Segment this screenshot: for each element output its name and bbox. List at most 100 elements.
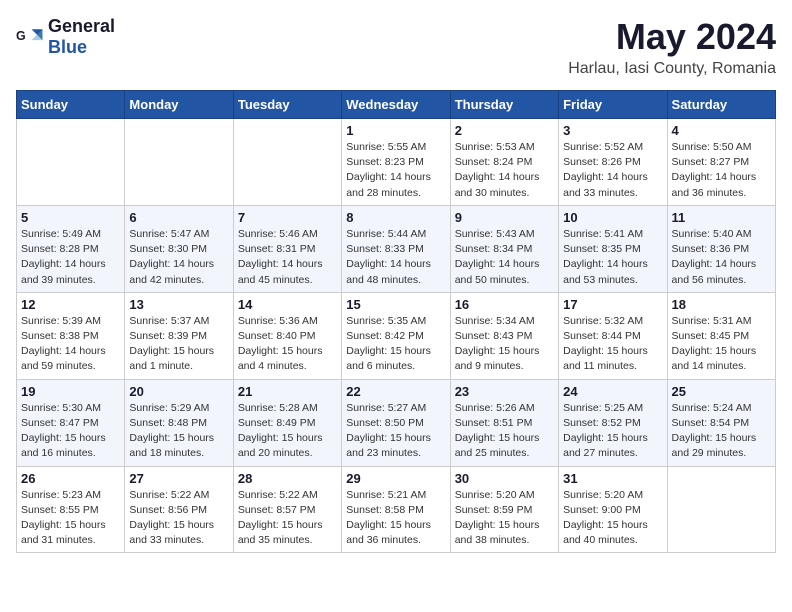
- calendar-table: SundayMondayTuesdayWednesdayThursdayFrid…: [16, 90, 776, 553]
- day-number: 5: [21, 210, 120, 225]
- day-number: 19: [21, 384, 120, 399]
- calendar-cell: 2 Sunrise: 5:53 AM Sunset: 8:24 PM Daylig…: [450, 119, 558, 206]
- column-headers-row: SundayMondayTuesdayWednesdayThursdayFrid…: [17, 91, 776, 119]
- day-number: 8: [346, 210, 445, 225]
- calendar-cell: 4 Sunrise: 5:50 AM Sunset: 8:27 PM Daylig…: [667, 119, 775, 206]
- day-detail: Sunrise: 5:47 AM Sunset: 8:30 PM Dayligh…: [129, 227, 228, 288]
- calendar-cell: 26 Sunrise: 5:23 AM Sunset: 8:55 PM Dayli…: [17, 466, 125, 553]
- day-number: 28: [238, 471, 337, 486]
- logo: G General Blue: [16, 16, 115, 58]
- day-detail: Sunrise: 5:40 AM Sunset: 8:36 PM Dayligh…: [672, 227, 771, 288]
- calendar-cell: 9 Sunrise: 5:43 AM Sunset: 8:34 PM Daylig…: [450, 205, 558, 292]
- calendar-cell: 14 Sunrise: 5:36 AM Sunset: 8:40 PM Dayli…: [233, 292, 341, 379]
- calendar-cell: 23Sunrise: 5:26 AM Sunset: 8:51 PM Dayli…: [450, 379, 558, 466]
- day-detail: Sunrise: 5:30 AM Sunset: 8:47 PM Dayligh…: [21, 401, 120, 462]
- day-detail: Sunrise: 5:22 AM Sunset: 8:56 PM Dayligh…: [129, 488, 228, 549]
- calendar-cell: 11 Sunrise: 5:40 AM Sunset: 8:36 PM Dayli…: [667, 205, 775, 292]
- logo-general-text: General: [48, 16, 115, 36]
- day-detail: Sunrise: 5:53 AM Sunset: 8:24 PM Dayligh…: [455, 140, 554, 201]
- day-detail: Sunrise: 5:50 AM Sunset: 8:27 PM Dayligh…: [672, 140, 771, 201]
- logo-icon: G: [16, 23, 44, 51]
- day-detail: Sunrise: 5:32 AM Sunset: 8:44 PM Dayligh…: [563, 314, 662, 375]
- page-header: G General Blue May 2024 Harlau, Iasi Cou…: [16, 16, 776, 78]
- title-block: May 2024 Harlau, Iasi County, Romania: [568, 16, 776, 78]
- day-number: 27: [129, 471, 228, 486]
- day-number: 9: [455, 210, 554, 225]
- calendar-cell: 1 Sunrise: 5:55 AM Sunset: 8:23 PM Daylig…: [342, 119, 450, 206]
- day-number: 6: [129, 210, 228, 225]
- calendar-cell: 3 Sunrise: 5:52 AM Sunset: 8:26 PM Daylig…: [559, 119, 667, 206]
- day-number: 11: [672, 210, 771, 225]
- calendar-cell: [125, 119, 233, 206]
- calendar-cell: 6 Sunrise: 5:47 AM Sunset: 8:30 PM Daylig…: [125, 205, 233, 292]
- calendar-cell: 21 Sunrise: 5:28 AM Sunset: 8:49 PM Dayli…: [233, 379, 341, 466]
- calendar-cell: [233, 119, 341, 206]
- calendar-cell: 27 Sunrise: 5:22 AM Sunset: 8:56 PM Dayli…: [125, 466, 233, 553]
- week-row-4: 19 Sunrise: 5:30 AM Sunset: 8:47 PM Dayli…: [17, 379, 776, 466]
- calendar-cell: 12 Sunrise: 5:39 AM Sunset: 8:38 PM Dayli…: [17, 292, 125, 379]
- calendar-cell: 28 Sunrise: 5:22 AM Sunset: 8:57 PM Dayli…: [233, 466, 341, 553]
- calendar-cell: 16Sunrise: 5:34 AM Sunset: 8:43 PM Dayli…: [450, 292, 558, 379]
- day-detail: Sunrise: 5:21 AM Sunset: 8:58 PM Dayligh…: [346, 488, 445, 549]
- day-detail: Sunrise: 5:29 AM Sunset: 8:48 PM Dayligh…: [129, 401, 228, 462]
- day-detail: Sunrise: 5:31 AM Sunset: 8:45 PM Dayligh…: [672, 314, 771, 375]
- day-number: 13: [129, 297, 228, 312]
- day-number: 7: [238, 210, 337, 225]
- day-number: 26: [21, 471, 120, 486]
- day-detail: Sunrise: 5:39 AM Sunset: 8:38 PM Dayligh…: [21, 314, 120, 375]
- day-detail: Sunrise: 5:44 AM Sunset: 8:33 PM Dayligh…: [346, 227, 445, 288]
- calendar-cell: 24 Sunrise: 5:25 AM Sunset: 8:52 PM Dayli…: [559, 379, 667, 466]
- calendar-cell: 29Sunrise: 5:21 AM Sunset: 8:58 PM Dayli…: [342, 466, 450, 553]
- calendar-location: Harlau, Iasi County, Romania: [568, 60, 776, 78]
- day-number: 20: [129, 384, 228, 399]
- column-header-saturday: Saturday: [667, 91, 775, 119]
- day-number: 2: [455, 123, 554, 138]
- day-detail: Sunrise: 5:22 AM Sunset: 8:57 PM Dayligh…: [238, 488, 337, 549]
- week-row-3: 12 Sunrise: 5:39 AM Sunset: 8:38 PM Dayli…: [17, 292, 776, 379]
- calendar-cell: [17, 119, 125, 206]
- day-detail: Sunrise: 5:34 AM Sunset: 8:43 PM Dayligh…: [455, 314, 554, 375]
- calendar-cell: 25 Sunrise: 5:24 AM Sunset: 8:54 PM Dayli…: [667, 379, 775, 466]
- svg-text:G: G: [16, 29, 26, 43]
- day-detail: Sunrise: 5:23 AM Sunset: 8:55 PM Dayligh…: [21, 488, 120, 549]
- column-header-thursday: Thursday: [450, 91, 558, 119]
- week-row-5: 26 Sunrise: 5:23 AM Sunset: 8:55 PM Dayli…: [17, 466, 776, 553]
- day-number: 30: [455, 471, 554, 486]
- day-detail: Sunrise: 5:24 AM Sunset: 8:54 PM Dayligh…: [672, 401, 771, 462]
- calendar-title: May 2024: [568, 16, 776, 58]
- calendar-cell: 31 Sunrise: 5:20 AM Sunset: 9:00 PM Dayli…: [559, 466, 667, 553]
- calendar-cell: 5Sunrise: 5:49 AM Sunset: 8:28 PM Daylig…: [17, 205, 125, 292]
- day-number: 21: [238, 384, 337, 399]
- day-number: 22: [346, 384, 445, 399]
- calendar-cell: 17 Sunrise: 5:32 AM Sunset: 8:44 PM Dayli…: [559, 292, 667, 379]
- day-number: 15: [346, 297, 445, 312]
- week-row-1: 1 Sunrise: 5:55 AM Sunset: 8:23 PM Daylig…: [17, 119, 776, 206]
- day-number: 1: [346, 123, 445, 138]
- day-detail: Sunrise: 5:43 AM Sunset: 8:34 PM Dayligh…: [455, 227, 554, 288]
- week-row-2: 5Sunrise: 5:49 AM Sunset: 8:28 PM Daylig…: [17, 205, 776, 292]
- calendar-cell: 19 Sunrise: 5:30 AM Sunset: 8:47 PM Dayli…: [17, 379, 125, 466]
- day-detail: Sunrise: 5:20 AM Sunset: 9:00 PM Dayligh…: [563, 488, 662, 549]
- day-number: 4: [672, 123, 771, 138]
- day-number: 17: [563, 297, 662, 312]
- day-number: 25: [672, 384, 771, 399]
- calendar-cell: 20 Sunrise: 5:29 AM Sunset: 8:48 PM Dayli…: [125, 379, 233, 466]
- day-detail: Sunrise: 5:55 AM Sunset: 8:23 PM Dayligh…: [346, 140, 445, 201]
- calendar-cell: [667, 466, 775, 553]
- day-detail: Sunrise: 5:36 AM Sunset: 8:40 PM Dayligh…: [238, 314, 337, 375]
- day-number: 23: [455, 384, 554, 399]
- logo-blue-text: Blue: [48, 37, 87, 57]
- day-detail: Sunrise: 5:25 AM Sunset: 8:52 PM Dayligh…: [563, 401, 662, 462]
- day-number: 31: [563, 471, 662, 486]
- day-number: 3: [563, 123, 662, 138]
- day-number: 12: [21, 297, 120, 312]
- calendar-body: 1 Sunrise: 5:55 AM Sunset: 8:23 PM Daylig…: [17, 119, 776, 553]
- day-number: 24: [563, 384, 662, 399]
- column-header-sunday: Sunday: [17, 91, 125, 119]
- calendar-cell: 8 Sunrise: 5:44 AM Sunset: 8:33 PM Daylig…: [342, 205, 450, 292]
- column-header-monday: Monday: [125, 91, 233, 119]
- day-number: 14: [238, 297, 337, 312]
- day-detail: Sunrise: 5:28 AM Sunset: 8:49 PM Dayligh…: [238, 401, 337, 462]
- column-header-tuesday: Tuesday: [233, 91, 341, 119]
- day-detail: Sunrise: 5:52 AM Sunset: 8:26 PM Dayligh…: [563, 140, 662, 201]
